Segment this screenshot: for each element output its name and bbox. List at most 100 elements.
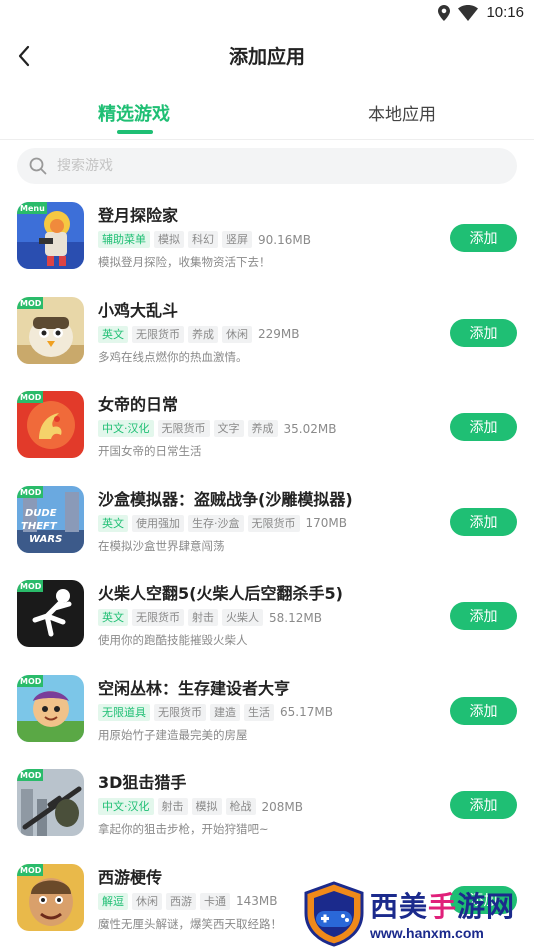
game-name: 小鸡大乱斗 bbox=[98, 300, 179, 320]
tag: 解逗 bbox=[98, 892, 128, 910]
tag: 使用强加 bbox=[132, 514, 184, 532]
wifi-icon bbox=[458, 4, 479, 21]
tag: 英文 bbox=[98, 609, 128, 626]
add-button[interactable]: 添加 bbox=[450, 318, 517, 347]
game-name: 登月探险家 bbox=[98, 206, 179, 225]
file-size: 35.02MB bbox=[283, 421, 337, 436]
search-bar[interactable] bbox=[17, 148, 517, 184]
tag: 养成 bbox=[188, 325, 218, 343]
tag: 无限货币 bbox=[247, 514, 300, 532]
tab-bar: 精选游戏 本地应用 bbox=[0, 84, 534, 140]
tag: 无限货币 bbox=[132, 325, 184, 343]
status-time: 10:16 bbox=[486, 4, 524, 21]
watermark-text-part: 西美 bbox=[370, 890, 429, 923]
tag: 建造 bbox=[210, 703, 240, 721]
game-icon-chicken-brawl: MOD bbox=[17, 296, 84, 364]
icon-badge: MOD bbox=[20, 677, 42, 686]
status-icons: 10:16 bbox=[438, 4, 524, 21]
game-name: 西游梗传 bbox=[98, 867, 163, 887]
tag: 中文·汉化 bbox=[98, 420, 154, 437]
tag: 辅助菜单 bbox=[98, 231, 150, 248]
game-list-item[interactable]: MOD 火柴人空翻5(火柴人后空翻杀手5) 英文 无限货币 射击 火柴人 58.… bbox=[0, 566, 534, 661]
tag: 火柴人 bbox=[222, 609, 263, 626]
tag: 无限货币 bbox=[157, 420, 210, 437]
game-description: 在模拟沙盒世界肆意闯荡 bbox=[98, 538, 225, 553]
tag: 休闲 bbox=[222, 325, 252, 343]
game-name: 3D狙击猎手 bbox=[98, 773, 187, 792]
file-size: 65.17MB bbox=[280, 705, 333, 719]
game-list-item[interactable]: MOD 小鸡大乱斗 英文 无限货币 养成 休闲 229MB 多鸡在线点燃你的热血… bbox=[0, 283, 534, 378]
add-button[interactable]: 添加 bbox=[450, 224, 517, 252]
tag: 养成 bbox=[247, 420, 278, 437]
watermark-url: www.hanxm.com bbox=[370, 925, 484, 941]
search-icon bbox=[29, 157, 47, 175]
add-button[interactable]: 添加 bbox=[450, 507, 517, 536]
icon-badge: Menu bbox=[20, 204, 45, 213]
game-description: 用原始竹子建造最完美的房屋 bbox=[98, 727, 248, 742]
tag-row: 中文·汉化 射击 模拟 枪战 208MB bbox=[98, 798, 303, 815]
tag-row: 辅助菜单 模拟 科幻 竖屏 90.16MB bbox=[98, 231, 311, 248]
file-size: 208MB bbox=[261, 799, 304, 814]
game-description: 使用你的跑酷技能摧毁火柴人 bbox=[98, 633, 248, 647]
game-icon-journey-west: MOD bbox=[17, 863, 84, 931]
game-description: 开国女帝的日常生活 bbox=[98, 444, 202, 458]
game-name: 沙盒模拟器：盗贼战争(沙雕模拟器) bbox=[98, 489, 353, 509]
icon-text: DUDE bbox=[25, 508, 57, 519]
icon-badge: MOD bbox=[20, 393, 42, 402]
tag: 中文·汉化 bbox=[98, 798, 154, 815]
add-button[interactable]: 添加 bbox=[450, 413, 517, 441]
tag: 休闲 bbox=[132, 892, 162, 910]
game-name: 女帝的日常 bbox=[98, 395, 179, 414]
icon-badge: MOD bbox=[20, 488, 42, 497]
tag: 无限货币 bbox=[132, 609, 184, 626]
icon-badge: MOD bbox=[20, 299, 42, 308]
game-list-item[interactable]: MOD 空闲丛林：生存建设者大亨 无限道具 无限货币 建造 生活 65.17MB… bbox=[0, 661, 534, 756]
game-description: 多鸡在线点燃你的热血激情。 bbox=[98, 349, 248, 364]
file-size: 58.12MB bbox=[269, 610, 322, 625]
game-list: Menu 登月探险家 辅助菜单 模拟 科幻 竖屏 90.16MB 模拟登月探险，… bbox=[0, 188, 534, 944]
game-description: 魔性无厘头解谜，爆笑西天取经路！ bbox=[98, 916, 282, 931]
file-size: 143MB bbox=[236, 894, 278, 908]
tag: 枪战 bbox=[225, 798, 256, 815]
game-icon-sniper-hunter: MOD bbox=[17, 769, 84, 836]
tag: 生存·沙盒 bbox=[188, 514, 244, 532]
tab-featured-games[interactable]: 精选游戏 bbox=[98, 100, 170, 126]
tag-row: 英文 无限货币 养成 休闲 229MB bbox=[98, 325, 300, 343]
tag: 射击 bbox=[157, 798, 188, 815]
icon-badge: MOD bbox=[20, 582, 42, 591]
tag: 文字 bbox=[213, 420, 244, 437]
game-list-item[interactable]: MOD 女帝的日常 中文·汉化 无限货币 文字 养成 35.02MB 开国女帝的… bbox=[0, 377, 534, 472]
game-list-item[interactable]: Menu 登月探险家 辅助菜单 模拟 科幻 竖屏 90.16MB 模拟登月探险，… bbox=[0, 188, 534, 283]
add-button[interactable]: 添加 bbox=[450, 696, 517, 725]
icon-badge: MOD bbox=[20, 771, 42, 780]
tag: 模拟 bbox=[191, 798, 222, 815]
watermark-text: 西美手游网 bbox=[370, 885, 515, 925]
tab-local-apps[interactable]: 本地应用 bbox=[368, 100, 436, 125]
game-list-item[interactable]: MOD 3D狙击猎手 中文·汉化 射击 模拟 枪战 208MB 拿起你的狙击步枪… bbox=[0, 755, 534, 850]
game-icon-idle-jungle: MOD bbox=[17, 674, 84, 742]
tag-row: 无限道具 无限货币 建造 生活 65.17MB bbox=[98, 703, 333, 721]
status-bar: 10:16 bbox=[0, 0, 534, 28]
icon-text: WARS bbox=[29, 534, 62, 545]
tag: 无限道具 bbox=[98, 703, 150, 721]
search-input[interactable] bbox=[57, 158, 477, 174]
game-name: 火柴人空翻5(火柴人后空翻杀手5) bbox=[98, 584, 343, 603]
watermark: 西美手游网 www.hanxm.com bbox=[300, 879, 534, 949]
add-button[interactable]: 添加 bbox=[450, 791, 517, 819]
tag-row: 英文 使用强加 生存·沙盒 无限货币 170MB bbox=[98, 514, 348, 532]
game-name: 空闲丛林：生存建设者大亨 bbox=[98, 678, 291, 698]
page-title: 添加应用 bbox=[228, 46, 305, 68]
watermark-text-part: 手 bbox=[428, 890, 458, 923]
location-icon bbox=[438, 4, 451, 21]
file-size: 170MB bbox=[305, 516, 348, 530]
tag: 模拟 bbox=[154, 231, 184, 248]
tag: 英文 bbox=[98, 514, 128, 532]
watermark-text-part: 游网 bbox=[457, 890, 516, 923]
icon-text: THEFT bbox=[21, 521, 58, 532]
add-button[interactable]: 添加 bbox=[450, 602, 517, 630]
tag-row: 解逗 休闲 西游 卡通 143MB bbox=[98, 892, 278, 910]
tag-row: 英文 无限货币 射击 火柴人 58.12MB bbox=[98, 609, 322, 626]
game-icon-moon-explorer: Menu bbox=[17, 202, 84, 269]
tag: 西游 bbox=[166, 892, 196, 910]
game-list-item[interactable]: DUDE THEFT WARS MOD 沙盒模拟器：盗贼战争(沙雕模拟器) 英文… bbox=[0, 472, 534, 567]
